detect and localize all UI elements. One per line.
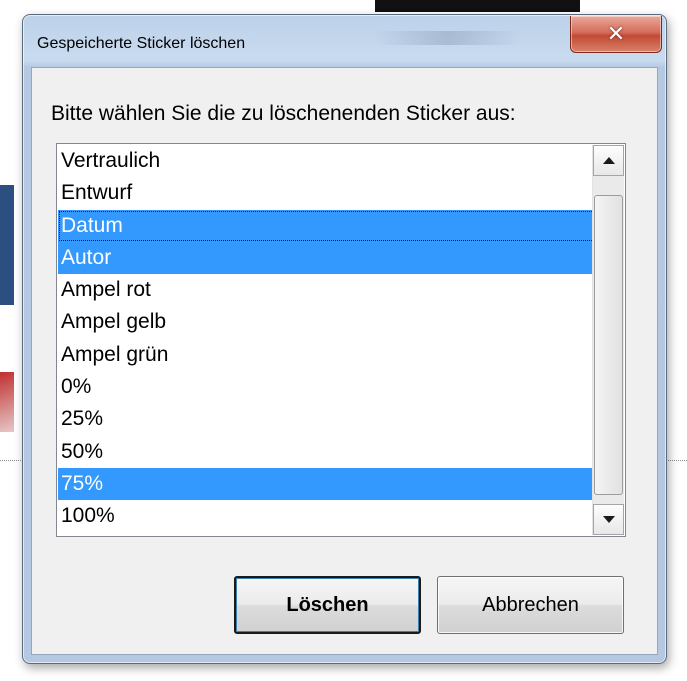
list-item[interactable]: Autor bbox=[58, 241, 595, 275]
sticker-listbox[interactable]: Vertraulich Entwurf Datum Autor Ampel rot Amp… bbox=[56, 143, 626, 537]
list-item[interactable]: Ampel rot bbox=[58, 274, 595, 306]
list-item[interactable]: Vertraulich bbox=[58, 145, 595, 177]
list-item[interactable]: 25% bbox=[58, 403, 595, 435]
dialog-content: Bitte wählen Sie die zu löschenenden Sti… bbox=[31, 67, 658, 655]
dialog-window: Gespeicherte Sticker löschen ✕ Bitte wäh… bbox=[22, 14, 667, 664]
background-app-accent bbox=[0, 372, 14, 432]
list-item[interactable]: 100% bbox=[58, 500, 595, 532]
background-window-edge bbox=[375, 0, 580, 12]
list-item[interactable]: Datum bbox=[58, 209, 595, 242]
arrow-down-icon bbox=[602, 516, 615, 523]
list-item[interactable]: 75% bbox=[58, 467, 595, 501]
background-app-strip: 2 bbox=[0, 185, 14, 423]
vertical-scrollbar[interactable] bbox=[592, 145, 624, 535]
delete-button[interactable]: Löschen bbox=[234, 576, 421, 634]
scroll-up-button[interactable] bbox=[593, 145, 624, 176]
sticker-list: Vertraulich Entwurf Datum Autor Ampel rot Amp… bbox=[58, 145, 595, 533]
title-bar-reflection bbox=[373, 31, 523, 45]
close-icon: ✕ bbox=[606, 21, 626, 46]
list-item[interactable]: Ampel grün bbox=[58, 339, 595, 371]
instruction-label: Bitte wählen Sie die zu löschenenden Sti… bbox=[51, 102, 516, 125]
scroll-down-button[interactable] bbox=[593, 504, 624, 535]
arrow-up-icon bbox=[602, 157, 615, 164]
close-button[interactable]: ✕ bbox=[570, 16, 662, 53]
window-title: Gespeicherte Sticker löschen bbox=[37, 35, 246, 52]
list-item[interactable]: Entwurf bbox=[58, 177, 595, 209]
cancel-button[interactable]: Abbrechen bbox=[437, 576, 624, 634]
list-item[interactable]: Ampel gelb bbox=[58, 306, 595, 338]
list-item[interactable]: 50% bbox=[58, 436, 595, 468]
scroll-thumb[interactable] bbox=[594, 195, 623, 495]
list-item[interactable]: 0% bbox=[58, 371, 595, 403]
